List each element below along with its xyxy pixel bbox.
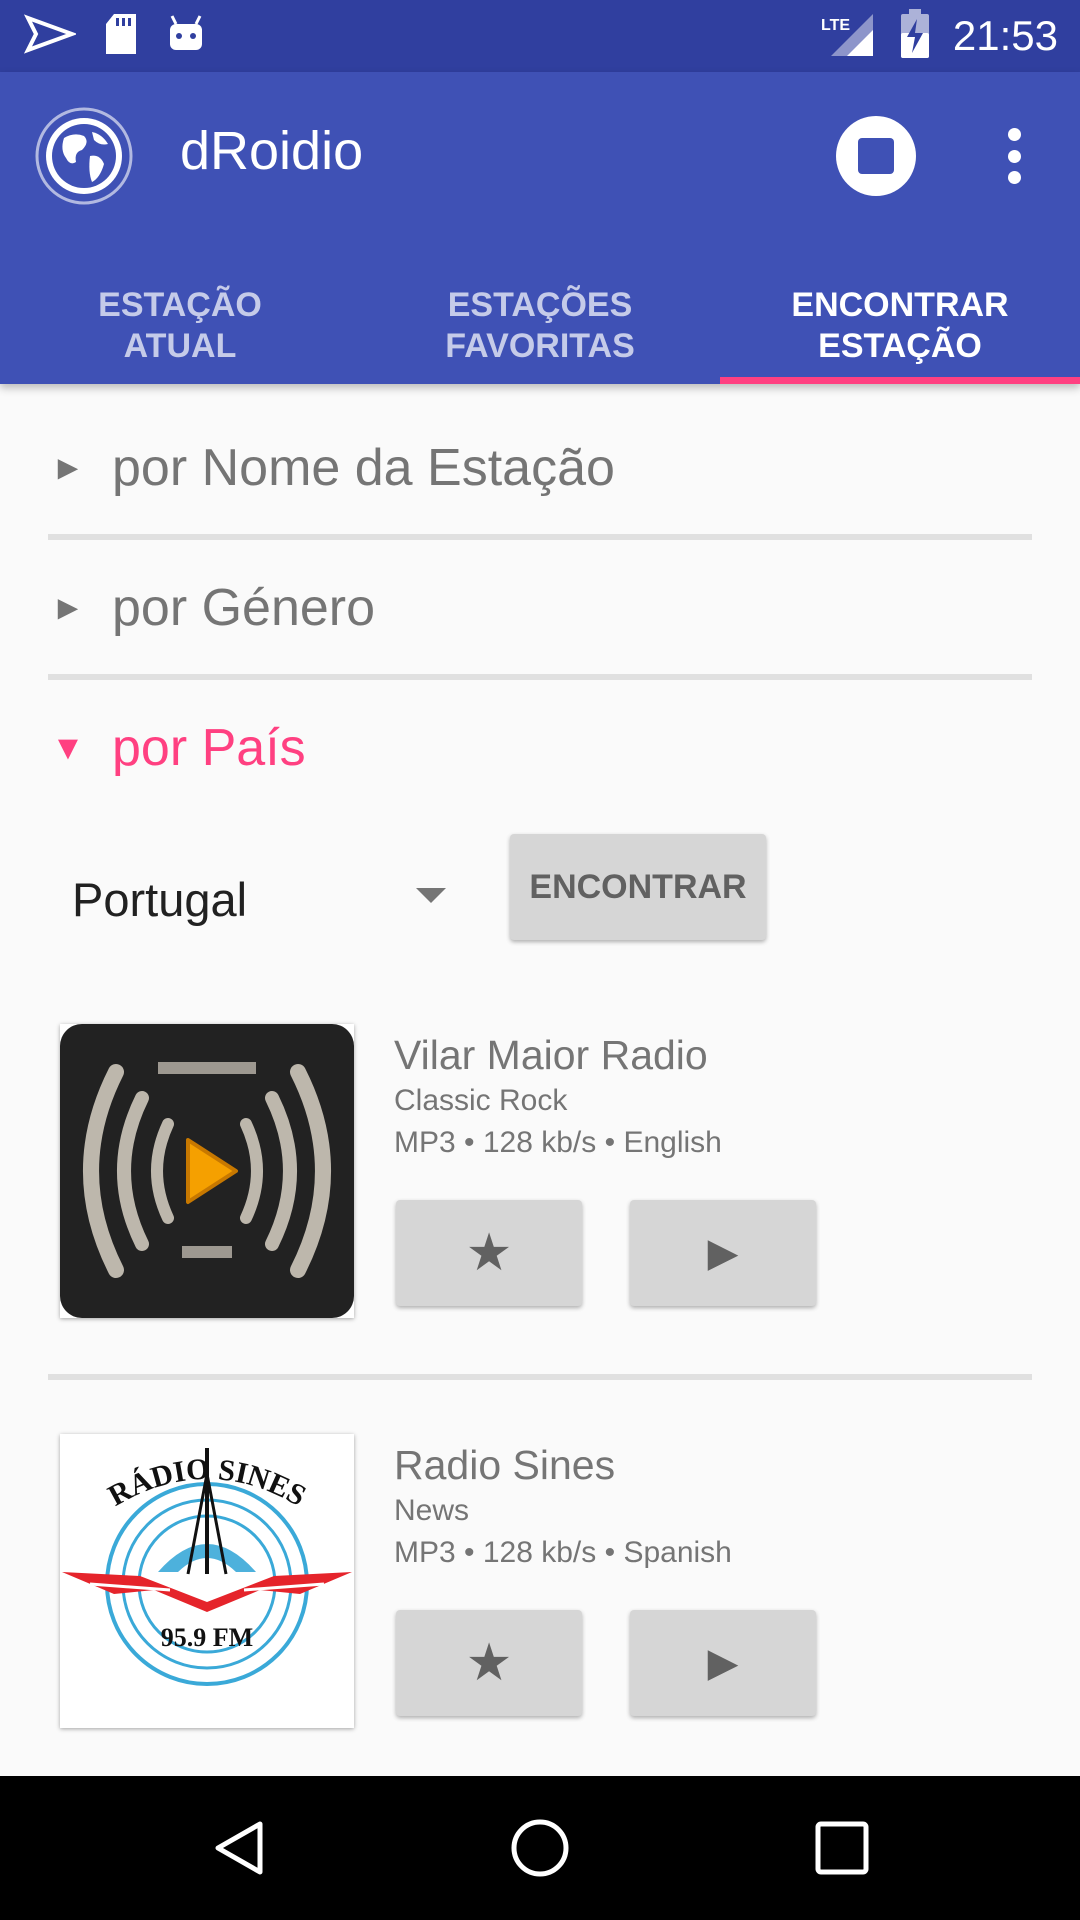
play-icon: ▶ [707, 1641, 739, 1685]
station-name: Radio Sines [394, 1442, 616, 1488]
sd-card-icon [104, 12, 138, 61]
tab-bar: ESTAÇÃO ATUAL ESTAÇÕES FAVORITAS ENCONTR… [0, 268, 1080, 384]
status-bar: LTE 21:53 [0, 0, 1080, 72]
section-by-genre[interactable]: ► por Género [48, 578, 375, 638]
find-button[interactable]: ENCONTRAR [510, 834, 766, 940]
station-genre: Classic Rock [394, 1084, 568, 1117]
country-dropdown[interactable]: Portugal [72, 864, 452, 944]
recents-icon[interactable] [814, 1820, 870, 1881]
station-logo-vilar-maior [60, 1024, 354, 1318]
home-icon[interactable] [508, 1816, 572, 1885]
app-title: dRoidio [180, 121, 364, 181]
expand-arrow-icon: ► [51, 588, 85, 627]
radio-sines-logo-text: RÁDIO SINES 95.9 FM [60, 1434, 354, 1728]
divider [48, 674, 1032, 680]
app-bar: dRoidio ESTAÇÃO ATUAL ESTAÇÕES FAVORITAS… [0, 72, 1080, 384]
section-label: por Nome da Estação [112, 439, 615, 497]
tab-find-station[interactable]: ENCONTRAR ESTAÇÃO [720, 268, 1080, 384]
lte-label: LTE [821, 17, 850, 34]
dropdown-caret-icon [416, 888, 446, 903]
station-meta: MP3 • 128 kb/s • Spanish [394, 1536, 732, 1569]
section-by-country[interactable]: ▼ por País [48, 718, 306, 778]
find-station-panel: ► por Nome da Estação ► por Género ▼ por… [0, 384, 1080, 1774]
android-debug-icon [166, 12, 206, 61]
collapse-arrow-icon: ▼ [51, 728, 85, 767]
section-label: por Género [112, 579, 376, 637]
station-meta: MP3 • 128 kb/s • English [394, 1126, 722, 1159]
favorite-button[interactable]: ★ [396, 1200, 582, 1306]
clock: 21:53 [952, 12, 1058, 59]
station-name: Vilar Maior Radio [394, 1032, 708, 1078]
play-button[interactable]: ▶ [630, 1610, 816, 1716]
svg-text:RÁDIO SINES: RÁDIO SINES [103, 1453, 312, 1513]
stop-icon [858, 138, 894, 174]
divider [48, 534, 1032, 540]
station-logo-radio-sines: RÁDIO SINES 95.9 FM [60, 1434, 354, 1728]
tab-current-station[interactable]: ESTAÇÃO ATUAL [0, 268, 360, 384]
overflow-menu-icon[interactable] [995, 128, 1033, 184]
section-by-name[interactable]: ► por Nome da Estação [48, 438, 615, 498]
svg-text:95.9 FM: 95.9 FM [161, 1623, 253, 1652]
play-store-notification-icon [23, 12, 78, 61]
divider [48, 1374, 1032, 1380]
lte-signal-icon: LTE [821, 10, 877, 63]
play-button[interactable]: ▶ [630, 1200, 816, 1306]
stop-button[interactable] [836, 116, 916, 196]
back-icon[interactable] [210, 1818, 270, 1883]
country-selected-value: Portugal [72, 873, 248, 926]
battery-charging-icon [899, 8, 931, 64]
star-icon: ★ [465, 1224, 513, 1282]
navigation-bar [0, 1776, 1080, 1920]
expand-arrow-icon: ► [51, 448, 85, 487]
globe-icon [34, 106, 134, 206]
favorite-button[interactable]: ★ [396, 1610, 582, 1716]
tab-favorite-stations[interactable]: ESTAÇÕES FAVORITAS [360, 268, 720, 384]
section-label: por País [112, 719, 306, 777]
star-icon: ★ [465, 1634, 513, 1692]
play-icon: ▶ [707, 1231, 739, 1275]
station-genre: News [394, 1494, 470, 1527]
